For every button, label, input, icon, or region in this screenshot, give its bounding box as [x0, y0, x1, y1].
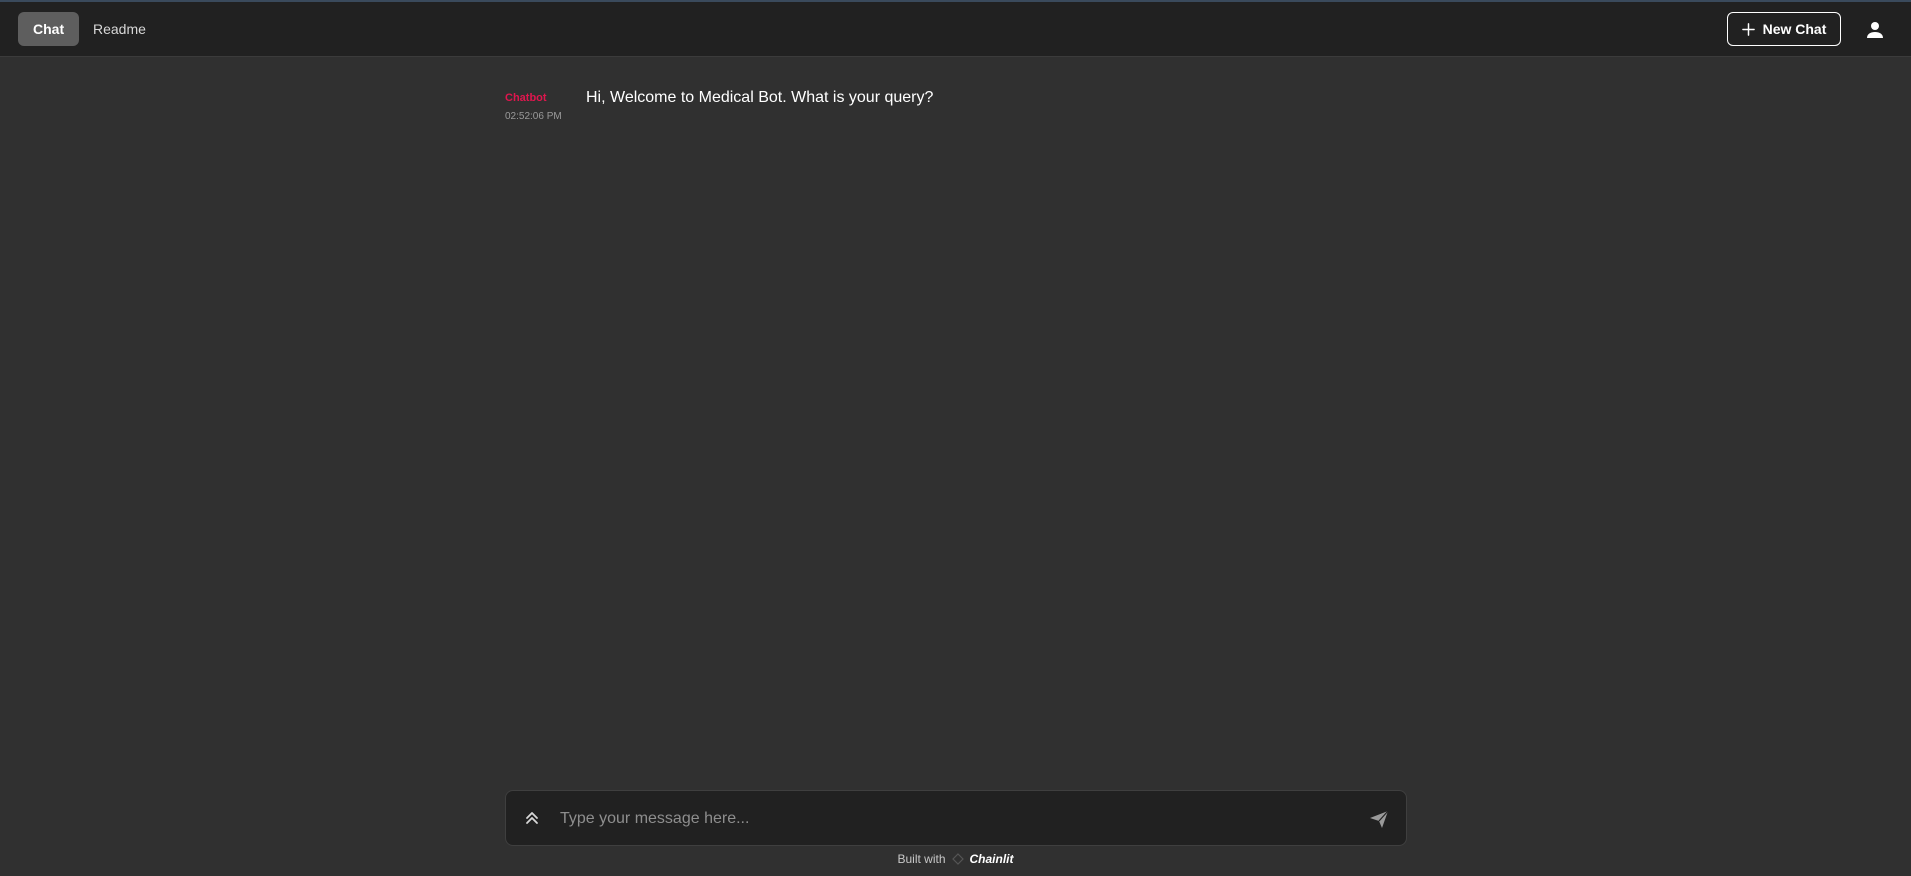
new-chat-button[interactable]: New Chat — [1727, 12, 1841, 46]
tab-chat[interactable]: Chat — [18, 12, 80, 46]
user-menu-button[interactable] — [1860, 15, 1890, 45]
message-timestamp: 02:52:06 PM — [505, 111, 562, 122]
chainlit-brand-link[interactable]: Chainlit — [970, 852, 1014, 866]
chainlit-logo-icon — [951, 853, 964, 865]
send-icon[interactable] — [1368, 808, 1390, 830]
user-icon — [1867, 22, 1883, 38]
message-composer — [505, 790, 1407, 846]
new-chat-label: New Chat — [1762, 21, 1827, 37]
plus-icon — [1741, 22, 1755, 36]
top-bar: Chat Readme New Chat — [0, 2, 1911, 57]
message-text: Hi, Welcome to Medical Bot. What is your… — [586, 89, 934, 106]
tab-readme[interactable]: Readme — [78, 12, 161, 46]
message-author: Chatbot — [505, 92, 547, 104]
footer: Built with Chainlit — [0, 852, 1911, 866]
chevrons-up-icon[interactable] — [522, 808, 542, 828]
message-input[interactable] — [558, 801, 1342, 837]
built-with-text: Built with — [897, 852, 946, 866]
